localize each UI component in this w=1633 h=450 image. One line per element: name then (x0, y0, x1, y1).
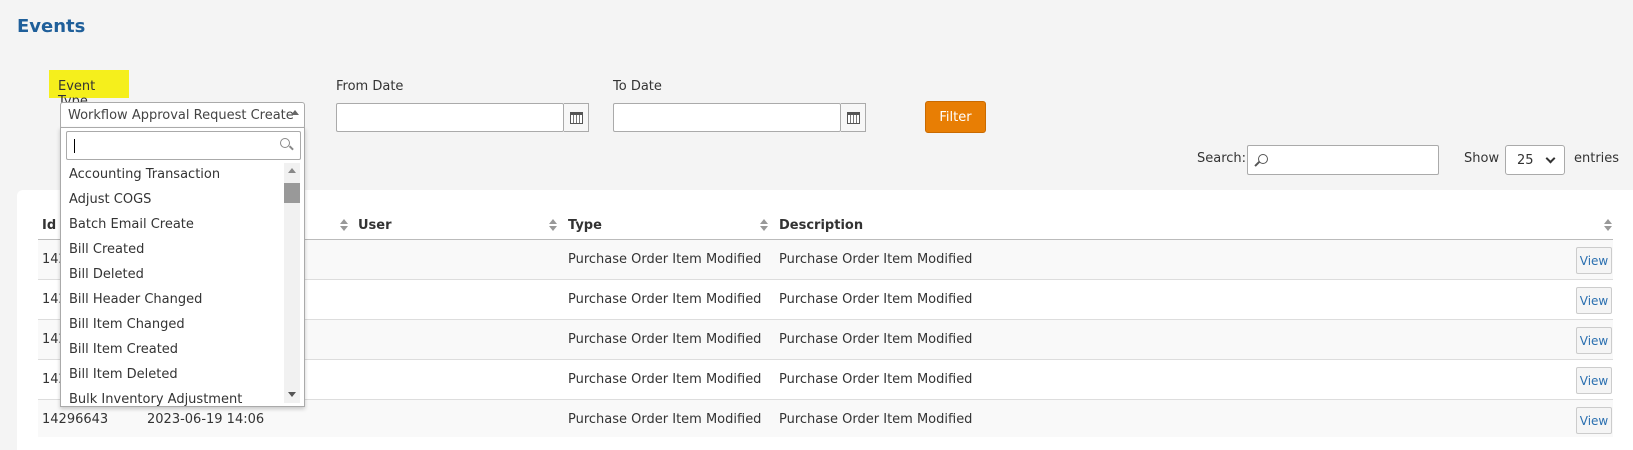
chevron-up-icon (291, 110, 299, 115)
dropdown-scrollbar[interactable] (284, 163, 300, 403)
from-date-input[interactable] (336, 103, 564, 132)
table-search-label: Search: (1197, 151, 1247, 166)
view-button[interactable]: View (1576, 287, 1612, 314)
view-button[interactable]: View (1576, 327, 1612, 354)
column-header-description[interactable]: Description (779, 218, 863, 233)
text-caret (74, 139, 75, 153)
calendar-icon (846, 111, 860, 124)
dropdown-option[interactable]: Bill Created (61, 238, 283, 263)
row-type: Purchase Order Item Modified (568, 292, 762, 307)
sort-icon[interactable] (549, 219, 557, 232)
row-date: 2023-06-19 14:06 (147, 412, 265, 427)
column-header-user[interactable]: User (358, 218, 392, 233)
from-date-label: From Date (336, 79, 404, 94)
dropdown-option[interactable]: Bill Item Changed (61, 313, 283, 338)
entries-label: entries (1574, 151, 1620, 166)
dropdown-option[interactable]: Adjust COGS (61, 188, 283, 213)
view-button[interactable]: View (1576, 367, 1612, 394)
row-description: Purchase Order Item Modified (779, 252, 973, 267)
dropdown-option[interactable]: Bulk Inventory Adjustment (61, 388, 283, 406)
to-date-label: To Date (613, 79, 662, 94)
to-date-input[interactable] (613, 103, 841, 132)
sort-icon[interactable] (1604, 219, 1612, 232)
row-type: Purchase Order Item Modified (568, 372, 762, 387)
search-icon (1258, 154, 1268, 164)
sort-icon[interactable] (340, 219, 348, 232)
sort-icon[interactable] (760, 219, 768, 232)
scroll-down-icon[interactable] (288, 392, 296, 397)
event-type-selected-value: Workflow Approval Request Create (68, 108, 294, 123)
table-search-input[interactable] (1247, 145, 1439, 175)
dropdown-search-input[interactable] (66, 131, 301, 160)
dropdown-option[interactable]: Bill Item Deleted (61, 363, 283, 388)
page-size-select[interactable]: 25 (1505, 145, 1565, 175)
dropdown-option[interactable]: Accounting Transaction (61, 163, 283, 188)
show-label: Show (1464, 151, 1500, 166)
page-title: Events (17, 16, 86, 37)
dropdown-option[interactable]: Bill Header Changed (61, 288, 283, 313)
dropdown-option[interactable]: Batch Email Create (61, 213, 283, 238)
column-header-id[interactable]: Id (42, 218, 56, 233)
row-type: Purchase Order Item Modified (568, 252, 762, 267)
view-button[interactable]: View (1576, 407, 1612, 434)
from-date-calendar-button[interactable] (564, 103, 589, 132)
row-description: Purchase Order Item Modified (779, 332, 973, 347)
dropdown-option[interactable]: Bill Item Created (61, 338, 283, 363)
search-icon (280, 138, 290, 148)
chevron-down-icon (1545, 153, 1556, 164)
dropdown-options: Accounting Transaction Adjust COGS Batch… (61, 163, 283, 406)
column-header-type[interactable]: Type (568, 218, 602, 233)
event-type-label: Event Type (49, 70, 129, 109)
scroll-up-icon[interactable] (288, 168, 296, 173)
row-type: Purchase Order Item Modified (568, 412, 762, 427)
calendar-icon (569, 111, 583, 124)
page-size-value: 25 (1517, 153, 1534, 168)
row-description: Purchase Order Item Modified (779, 372, 973, 387)
scrollbar-thumb[interactable] (284, 183, 300, 203)
event-type-select[interactable]: Workflow Approval Request Create (60, 102, 305, 129)
view-button[interactable]: View (1576, 247, 1612, 274)
event-type-dropdown: Accounting Transaction Adjust COGS Batch… (60, 127, 305, 407)
row-description: Purchase Order Item Modified (779, 292, 973, 307)
filter-button[interactable]: Filter (925, 101, 986, 133)
row-type: Purchase Order Item Modified (568, 332, 762, 347)
to-date-calendar-button[interactable] (841, 103, 866, 132)
row-id: 14296643 (42, 412, 109, 427)
row-description: Purchase Order Item Modified (779, 412, 973, 427)
dropdown-option[interactable]: Bill Deleted (61, 263, 283, 288)
